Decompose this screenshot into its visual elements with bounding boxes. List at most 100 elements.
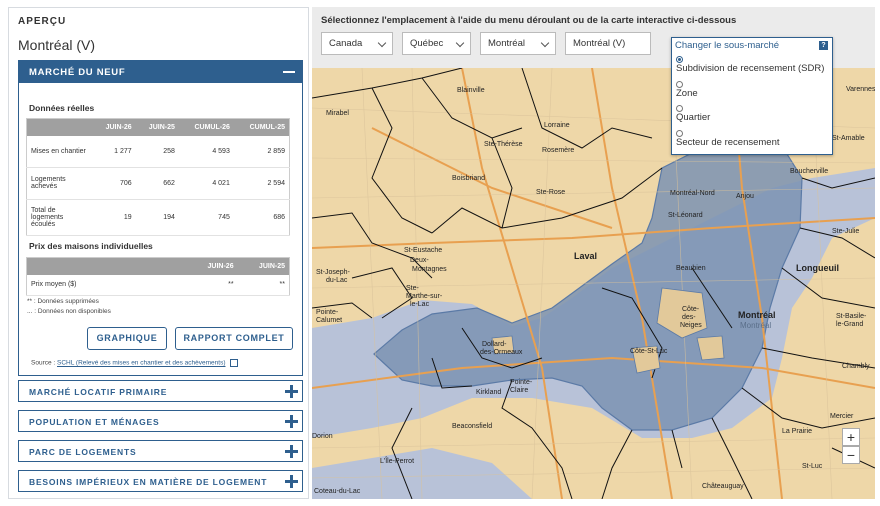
- overview-panel: APERÇU Montréal (V) MARCHÉ DU NEUF Donné…: [8, 7, 309, 499]
- cell: 1 277: [92, 136, 136, 168]
- map-label: Neiges: [680, 322, 702, 329]
- full-report-button[interactable]: RAPPORT COMPLET: [175, 327, 293, 350]
- map-label: Dollard-: [482, 341, 507, 348]
- map-label: Longueuil: [796, 263, 839, 273]
- accordion-core-housing-need[interactable]: BESOINS IMPÉRIEUX EN MATIÈRE DE LOGEMENT: [18, 470, 303, 492]
- table-header: CUMUL-25: [233, 118, 290, 136]
- map-label: Varennes: [846, 86, 875, 93]
- map-label: L'Île-Perrot: [380, 456, 414, 465]
- note-suppressed: ** : Données supprimées: [27, 298, 99, 305]
- row-label: Prix moyen ($): [26, 275, 187, 296]
- selector-instruction: Sélectionnez l'emplacement à l'aide du m…: [321, 15, 737, 26]
- row-label: Mises en chantier: [26, 136, 93, 168]
- map-label: Montréal: [738, 310, 776, 320]
- map-label: Ste-Rose: [536, 189, 565, 196]
- table-row: Logements achevés 706 662 4 021 2 594: [26, 167, 290, 200]
- accordion-population[interactable]: POPULATION ET MÉNAGES: [18, 410, 303, 432]
- map-label: La Prairie: [782, 428, 812, 435]
- map-label: Pointe-: [316, 309, 339, 316]
- help-icon[interactable]: ?: [819, 41, 828, 50]
- accordion-rental-market[interactable]: MARCHÉ LOCATIF PRIMAIRE: [18, 380, 303, 402]
- cell: 19: [92, 199, 136, 236]
- map-label: Côte-: [682, 306, 700, 313]
- chevron-down-icon: [377, 38, 387, 48]
- map-label: Marthe-sur-: [406, 293, 443, 300]
- cell: 706: [92, 167, 136, 200]
- expand-icon[interactable]: [285, 475, 298, 488]
- select-value: Montréal: [488, 38, 525, 49]
- map-label: Ste-: [406, 285, 420, 292]
- map-label: Ste-Julie: [832, 228, 859, 235]
- option-label: Secteur de recensement: [676, 137, 780, 148]
- table-header: JUIN-25: [237, 257, 290, 275]
- collapse-icon[interactable]: [282, 65, 296, 79]
- map-label: Deux-: [410, 257, 429, 264]
- accordion-header-new-market[interactable]: MARCHÉ DU NEUF: [19, 61, 302, 83]
- map-label: Boisbriand: [452, 175, 485, 182]
- map-label: Claire: [510, 387, 528, 394]
- option-label: Quartier: [676, 112, 711, 123]
- external-link-icon[interactable]: [229, 359, 238, 367]
- source-prefix: Source :: [31, 359, 58, 367]
- map-label: Lorraine: [544, 122, 570, 129]
- accordion-housing-stock[interactable]: PARC DE LOGEMENTS: [18, 440, 303, 462]
- map-label: Pointe-: [510, 379, 533, 386]
- zoom-out-button[interactable]: −: [842, 446, 860, 464]
- map-label: Rosemère: [542, 147, 574, 154]
- map-label: Beaconsfield: [452, 423, 492, 430]
- csd-select[interactable]: Montréal (V): [565, 32, 651, 55]
- map-label: St-Amable: [832, 135, 865, 142]
- expand-icon[interactable]: [285, 445, 298, 458]
- expand-icon[interactable]: [285, 385, 298, 398]
- source-line: Source : SCHL (Relevé des mises en chant…: [31, 359, 238, 367]
- popup-title[interactable]: Changer le sous-marché: [675, 40, 779, 51]
- accordion-new-market: MARCHÉ DU NEUF Données réelles JUIN-26 J…: [18, 60, 303, 376]
- radio[interactable]: [676, 130, 683, 137]
- price-title: Prix des maisons individuelles: [29, 241, 153, 251]
- note-unavailable: ... : Données non disponibles: [27, 308, 111, 315]
- table-row: Mises en chantier 1 277 258 4 593 2 859: [26, 136, 290, 168]
- option-label: Subdivision de recensement (SDR): [676, 63, 825, 74]
- map-label: Montagnes: [412, 266, 447, 273]
- cell: **: [186, 275, 238, 296]
- country-select[interactable]: Canada: [321, 32, 393, 55]
- map-label: Laval: [574, 251, 597, 261]
- radio-selected[interactable]: [676, 56, 683, 63]
- overview-title: APERÇU: [18, 16, 67, 27]
- map-label: Mercier: [830, 413, 854, 420]
- table-row: Prix moyen ($) ** **: [26, 275, 290, 296]
- map-label: Coteau-du-Lac: [314, 488, 361, 495]
- cell: **: [237, 275, 290, 296]
- map-label: Kirkland: [476, 389, 501, 396]
- select-value: Québec: [410, 38, 444, 49]
- map-label: Blainville: [457, 87, 485, 94]
- cma-select[interactable]: Montréal: [480, 32, 556, 55]
- map-label: St-Eustache: [404, 247, 442, 254]
- price-table: JUIN-26 JUIN-25 Prix moyen ($) ** **: [26, 257, 290, 296]
- accordion-title: MARCHÉ LOCATIF PRIMAIRE: [29, 387, 168, 397]
- source-link[interactable]: SCHL (Relevé des mises en chantier et de…: [57, 360, 225, 367]
- accordion-title: BESOINS IMPÉRIEUX EN MATIÈRE DE LOGEMENT: [29, 477, 268, 487]
- cell: 258: [135, 136, 179, 168]
- select-value: Montréal (V): [573, 38, 626, 49]
- row-label: Logements achevés: [26, 167, 93, 200]
- table-header: JUIN-25: [135, 118, 179, 136]
- map-label: Côte-St-Luc: [630, 348, 668, 355]
- cell: 662: [135, 167, 179, 200]
- table-header: JUIN-26: [92, 118, 136, 136]
- province-select[interactable]: Québec: [402, 32, 471, 55]
- table-header: [26, 118, 93, 136]
- cell: 745: [178, 199, 234, 236]
- map-label: Calumet: [316, 317, 342, 324]
- accordion-title: MARCHÉ DU NEUF: [29, 67, 126, 78]
- zoom-in-button[interactable]: +: [842, 428, 860, 446]
- radio[interactable]: [676, 105, 683, 112]
- chart-button[interactable]: GRAPHIQUE: [87, 327, 167, 350]
- map-label: le-Lac: [410, 301, 430, 308]
- table-header: JUIN-26: [186, 257, 238, 275]
- radio[interactable]: [676, 81, 683, 88]
- expand-icon[interactable]: [285, 415, 298, 428]
- table-row: Total de logements écoulés 19 194 745 68…: [26, 199, 290, 236]
- geography-name: Montréal (V): [18, 37, 96, 53]
- map-label: Montréal-Nord: [670, 190, 715, 197]
